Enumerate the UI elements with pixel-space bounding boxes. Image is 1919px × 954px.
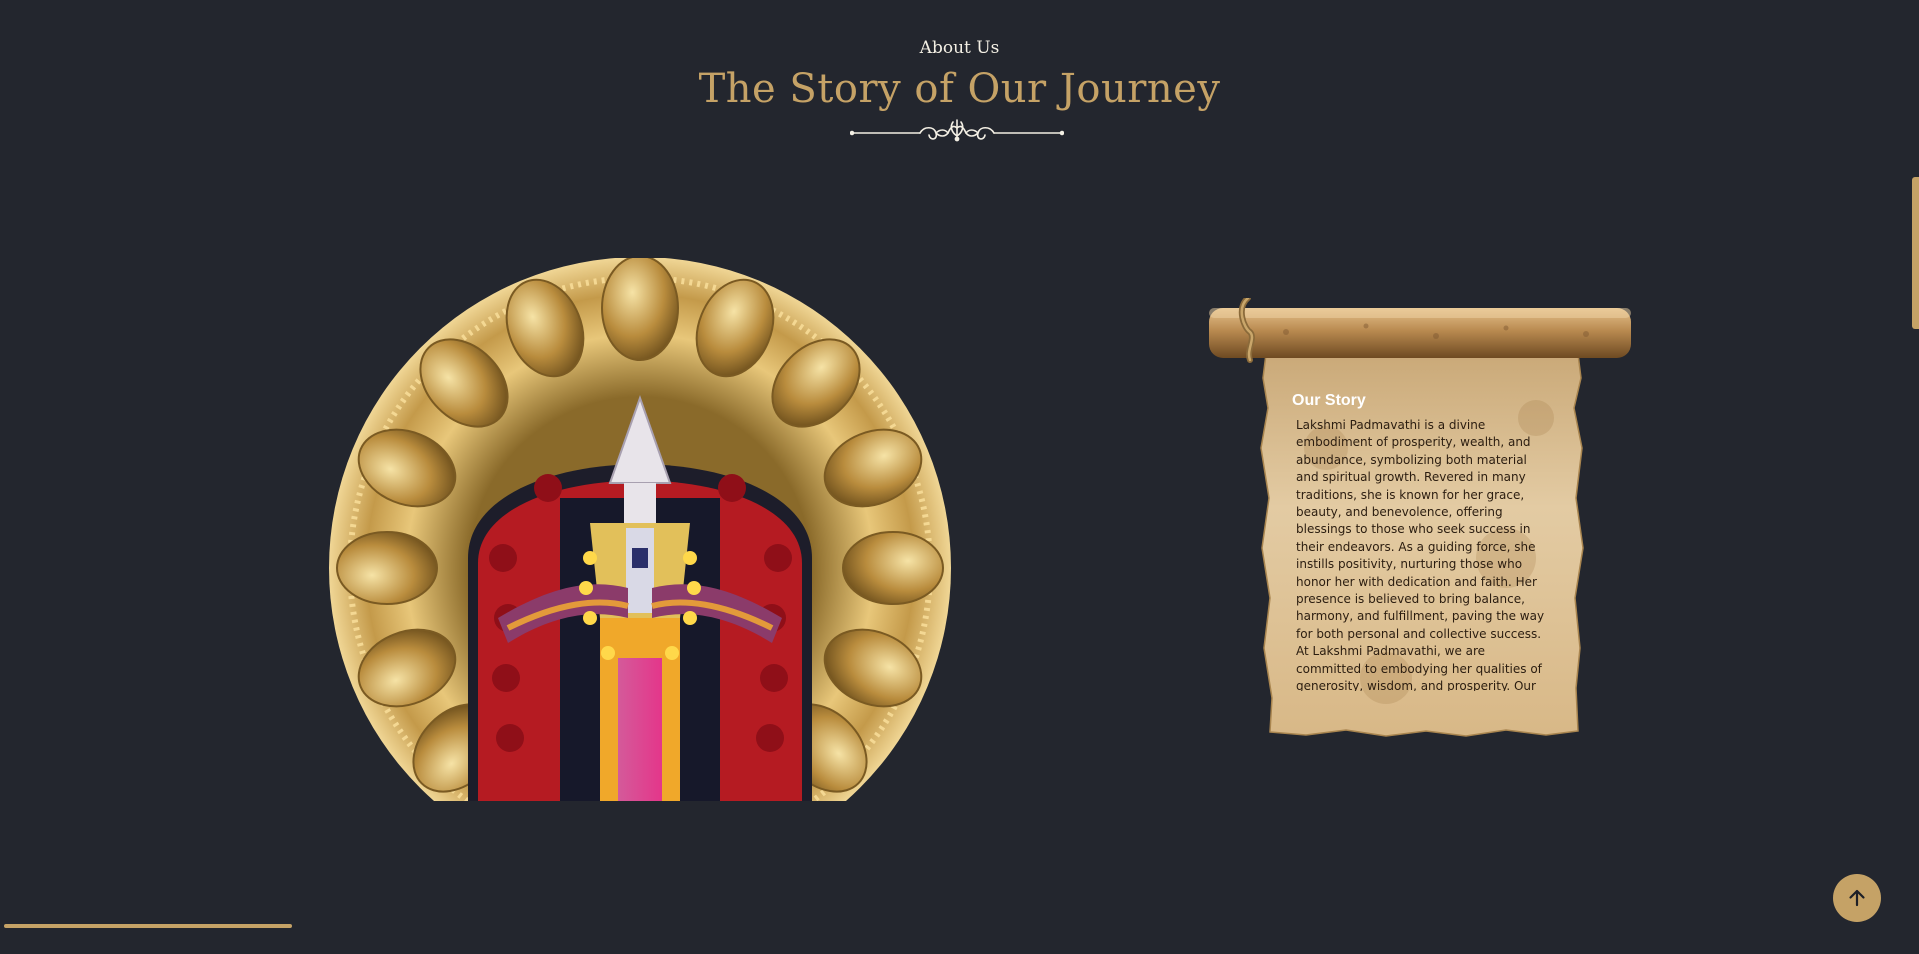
back-to-top-button[interactable] bbox=[1833, 874, 1881, 922]
section-eyebrow: About Us bbox=[919, 38, 1000, 58]
page-scrollbar-thumb[interactable] bbox=[1912, 177, 1919, 329]
deity-image bbox=[328, 258, 953, 801]
ornamental-divider-icon bbox=[850, 119, 1064, 142]
scroll-heading: Our Story bbox=[1292, 392, 1366, 409]
arrow-up-icon bbox=[1849, 889, 1865, 907]
scroll-progress-bar bbox=[4, 924, 292, 928]
scroll-body-text: Lakshmi Padmavathi is a divine embodimen… bbox=[1296, 418, 1545, 691]
section-title: The Story of Our Journey bbox=[698, 66, 1221, 112]
